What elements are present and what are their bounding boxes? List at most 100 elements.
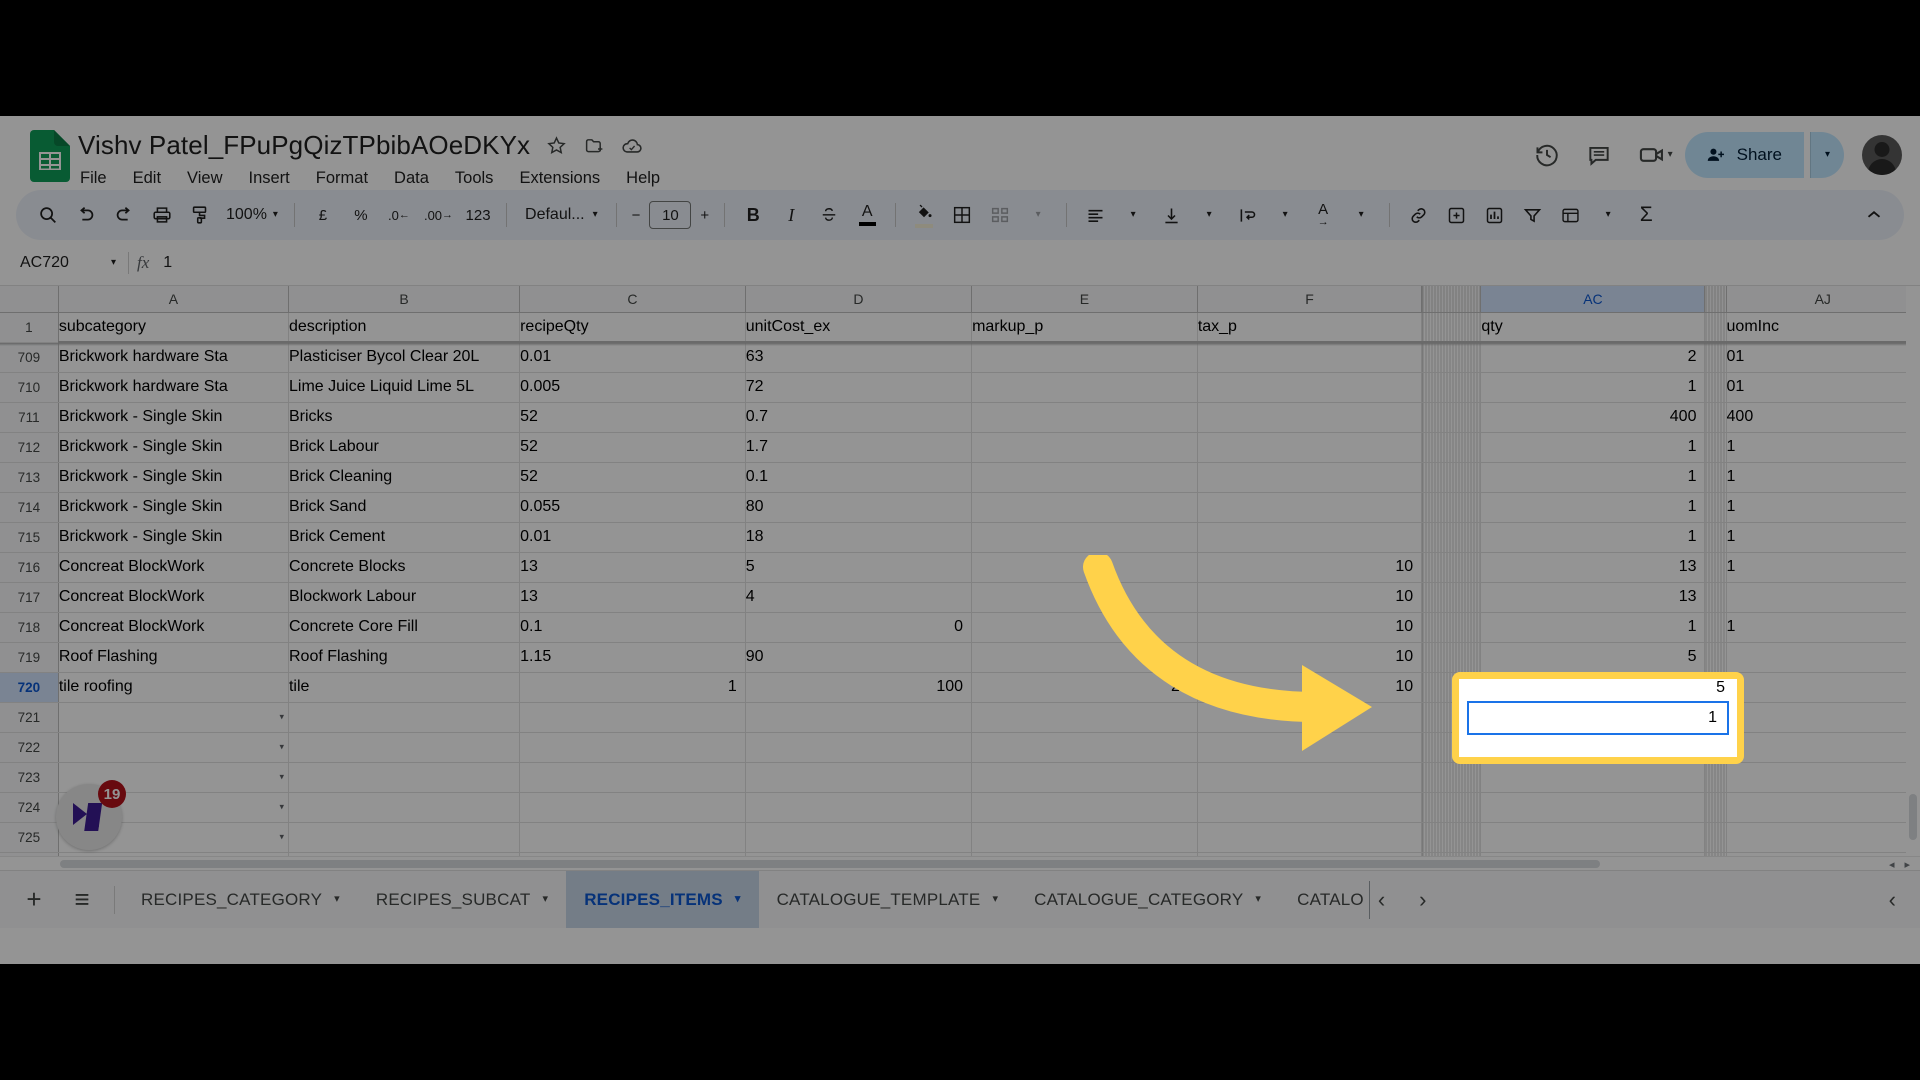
cell-AJ713[interactable]: 1 (1726, 462, 1920, 493)
select-all-corner[interactable] (0, 286, 59, 313)
cell-C715[interactable]: 0.01 (519, 522, 746, 553)
cell-A720[interactable]: tile roofing (58, 672, 289, 703)
cell-AC719[interactable]: 5 (1480, 642, 1706, 673)
row-header-711[interactable]: 711 (0, 402, 59, 433)
cell-AJ711[interactable]: 400 (1726, 402, 1920, 433)
name-box[interactable]: AC720 ▾ (6, 246, 126, 280)
row-header-721[interactable]: 721 (0, 702, 59, 733)
vertical-align-caret[interactable]: ▾ (1191, 197, 1227, 233)
cell-E719[interactable] (971, 642, 1198, 673)
column-header-AJ[interactable]: AJ (1726, 286, 1920, 313)
cell-D724[interactable] (745, 792, 973, 823)
cell-A714[interactable]: Brickwork - Single Skin (58, 492, 289, 523)
cell-E718[interactable] (971, 612, 1198, 643)
cell-AC716[interactable]: 13 (1480, 552, 1706, 583)
cell-AJ716[interactable]: 1 (1726, 552, 1920, 583)
cell-D725[interactable] (745, 822, 973, 853)
meet-camera-button[interactable]: ▾ (1628, 132, 1679, 178)
insert-comment-icon[interactable] (1438, 197, 1474, 233)
cell-AC721[interactable] (1480, 702, 1706, 733)
cell-F709[interactable] (1197, 342, 1423, 373)
strikethrough-button[interactable] (811, 197, 847, 233)
menu-extensions[interactable]: Extensions (517, 167, 602, 190)
cell-D711[interactable]: 0.7 (745, 402, 973, 433)
cell-AC712[interactable]: 1 (1480, 432, 1706, 463)
cell-E710[interactable] (971, 372, 1198, 403)
cell-D712[interactable]: 1.7 (745, 432, 973, 463)
cell-F1[interactable]: tax_p (1197, 312, 1423, 343)
sheet-tab-catalogue-template[interactable]: CATALOGUE_TEMPLATE ▾ (759, 871, 1017, 928)
filter-views-icon[interactable] (1552, 197, 1588, 233)
cell-AC725[interactable] (1480, 822, 1706, 853)
cell-B712[interactable]: Brick Labour (288, 432, 521, 463)
cell-AJ722[interactable] (1726, 732, 1920, 763)
row-header-714[interactable]: 714 (0, 492, 59, 523)
cell-E720[interactable]: 20 (971, 672, 1198, 703)
cell-F711[interactable] (1197, 402, 1423, 433)
document-title[interactable]: Vishv Patel_FPuPgQizTPbibAOeDKYx (78, 130, 530, 161)
cell-F714[interactable] (1197, 492, 1423, 523)
cell-B721[interactable] (288, 702, 521, 733)
cell-D723[interactable] (745, 762, 973, 793)
row-header-718[interactable]: 718 (0, 612, 59, 643)
more-formats-button[interactable]: 123 (460, 197, 496, 233)
scroll-right-icon[interactable]: ▸ (1904, 858, 1910, 871)
chevron-down-icon[interactable]: ▾ (1255, 894, 1261, 905)
cell-AJ717[interactable] (1726, 582, 1920, 613)
cell-E725[interactable] (971, 822, 1198, 853)
cell-B709[interactable]: Plasticiser Bycol Clear 20L (288, 342, 521, 373)
increase-font-size-button[interactable]: + (700, 207, 709, 224)
borders-icon[interactable] (944, 197, 980, 233)
formula-input[interactable]: 1 (163, 254, 172, 272)
avatar[interactable] (1862, 135, 1902, 175)
fill-color-icon[interactable] (906, 197, 942, 233)
cell-F712[interactable] (1197, 432, 1423, 463)
cell-C717[interactable]: 13 (519, 582, 746, 613)
column-header-AC[interactable]: AC (1480, 286, 1706, 313)
menu-tools[interactable]: Tools (453, 167, 496, 190)
insert-link-icon[interactable] (1400, 197, 1436, 233)
cell-D709[interactable]: 63 (745, 342, 973, 373)
cell-F724[interactable] (1197, 792, 1423, 823)
cell-D715[interactable]: 18 (745, 522, 973, 553)
cell-A722[interactable]: ▾ (58, 732, 289, 763)
cell-A721[interactable]: ▾ (58, 702, 289, 733)
cell-C721[interactable] (519, 702, 746, 733)
functions-icon[interactable]: Σ (1628, 197, 1664, 233)
font-size-stepper[interactable]: − 10 + (627, 197, 715, 233)
cell-AC714[interactable]: 1 (1480, 492, 1706, 523)
cell-B725[interactable] (288, 822, 521, 853)
cell-C725[interactable] (519, 822, 746, 853)
cell-AJ714[interactable]: 1 (1726, 492, 1920, 523)
cell-C709[interactable]: 0.01 (519, 342, 746, 373)
cell-AJ721[interactable] (1726, 702, 1920, 733)
cell-AC717[interactable]: 13 (1480, 582, 1706, 613)
cell-B720[interactable]: tile (288, 672, 521, 703)
text-rotation-caret[interactable]: ▾ (1343, 197, 1379, 233)
cell-B710[interactable]: Lime Juice Liquid Lime 5L (288, 372, 521, 403)
cell-D1[interactable]: unitCost_ex (745, 312, 973, 343)
cell-B711[interactable]: Bricks (288, 402, 521, 433)
text-wrap-icon[interactable] (1229, 197, 1265, 233)
data-validation-caret-icon[interactable]: ▾ (279, 772, 284, 783)
cell-AJ720[interactable] (1726, 672, 1920, 703)
column-header-B[interactable]: B (288, 286, 521, 313)
cell-C1[interactable]: recipeQty (519, 312, 746, 343)
cell-C719[interactable]: 1.15 (519, 642, 746, 673)
cell-B724[interactable] (288, 792, 521, 823)
cell-C720[interactable]: 1 (519, 672, 746, 703)
cell-D720[interactable]: 100 (745, 672, 973, 703)
cell-AJ712[interactable]: 1 (1726, 432, 1920, 463)
cell-AC724[interactable] (1480, 792, 1706, 823)
sheet-tab-catalogue-category[interactable]: CATALOGUE_CATEGORY ▾ (1016, 871, 1279, 928)
cell-A710[interactable]: Brickwork hardware Sta (58, 372, 289, 403)
sheet-bar-collapse[interactable]: ‹ (1889, 871, 1896, 928)
data-validation-caret-icon[interactable]: ▾ (279, 832, 284, 843)
row-header-722[interactable]: 722 (0, 732, 59, 763)
zoom-selector[interactable]: 100% ▾ (220, 197, 284, 233)
paint-format-icon[interactable] (182, 197, 218, 233)
cell-F720[interactable]: 10 (1197, 672, 1423, 703)
cell-A709[interactable]: Brickwork hardware Sta (58, 342, 289, 373)
cell-AJ715[interactable]: 1 (1726, 522, 1920, 553)
cell-F721[interactable] (1197, 702, 1423, 733)
